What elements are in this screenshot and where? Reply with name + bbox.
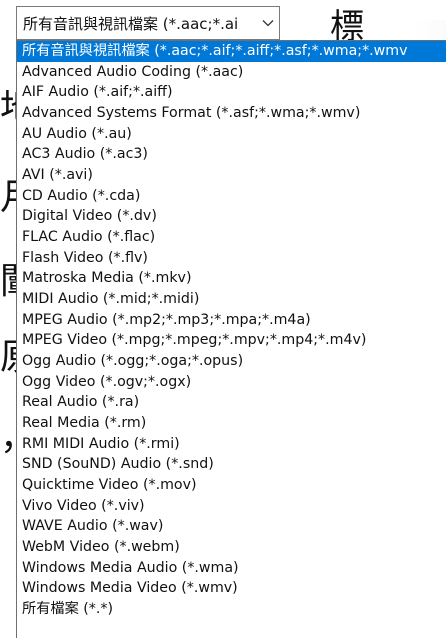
dropdown-option[interactable]: AC3 Audio (*.ac3) (17, 144, 446, 165)
dropdown-option[interactable]: Ogg Video (*.ogv;*.ogx) (17, 372, 446, 393)
dropdown-option[interactable]: Matroska Media (*.mkv) (17, 268, 446, 289)
dropdown-option[interactable]: Windows Media Audio (*.wma) (17, 558, 446, 579)
chevron-down-icon[interactable] (257, 7, 279, 39)
dropdown-option[interactable]: Advanced Audio Coding (*.aac) (17, 62, 446, 83)
dropdown-option[interactable]: Real Audio (*.ra) (17, 392, 446, 413)
file-type-combobox[interactable]: 所有音訊與視訊檔案 (*.aac;*.ai (16, 6, 280, 40)
dropdown-option[interactable]: Real Media (*.rm) (17, 413, 446, 434)
dropdown-option[interactable]: AVI (*.avi) (17, 165, 446, 186)
background-glyph: 地 (0, 90, 16, 126)
dropdown-option[interactable]: FLAC Audio (*.flac) (17, 227, 446, 248)
dropdown-option[interactable]: Windows Media Video (*.wmv) (17, 578, 446, 599)
dropdown-option[interactable]: Flash Video (*.flv) (17, 248, 446, 269)
dropdown-option[interactable]: Ogg Audio (*.ogg;*.oga;*.opus) (17, 351, 446, 372)
combobox-selected-value: 所有音訊與視訊檔案 (*.aac;*.ai (23, 14, 239, 33)
background-glyph: 闡 (0, 264, 16, 300)
dropdown-option[interactable]: Digital Video (*.dv) (17, 206, 446, 227)
dropdown-option[interactable]: RMI MIDI Audio (*.rmi) (17, 434, 446, 455)
dropdown-option[interactable]: Advanced Systems Format (*.asf;*.wma;*.w… (17, 103, 446, 124)
background-glyph: ， (0, 420, 16, 456)
dropdown-option[interactable]: MPEG Audio (*.mp2;*.mp3;*.mpa;*.m4a) (17, 310, 446, 331)
dropdown-option[interactable]: WebM Video (*.webm) (17, 537, 446, 558)
dropdown-option[interactable]: SND (SouND) Audio (*.snd) (17, 454, 446, 475)
dropdown-option[interactable]: WAVE Audio (*.wav) (17, 516, 446, 537)
dropdown-option[interactable]: 所有檔案 (*.*) (17, 599, 446, 620)
dropdown-option[interactable]: Quicktime Video (*.mov) (17, 475, 446, 496)
dropdown-option[interactable]: AU Audio (*.au) (17, 124, 446, 145)
background-glyph: 原 (0, 340, 16, 376)
dropdown-option[interactable]: AIF Audio (*.aif;*.aiff) (17, 82, 446, 103)
dropdown-option[interactable]: MIDI Audio (*.mid;*.midi) (17, 289, 446, 310)
dropdown-option[interactable]: Vivo Video (*.viv) (17, 496, 446, 517)
background-glyph: 月 (0, 180, 16, 216)
file-type-dropdown-list[interactable]: 所有音訊與視訊檔案 (*.aac;*.aif;*.aiff;*.asf;*.wm… (16, 40, 446, 638)
dropdown-option[interactable]: MPEG Video (*.mpg;*.mpeg;*.mpv;*.mp4;*.m… (17, 330, 446, 351)
dropdown-option[interactable]: CD Audio (*.cda) (17, 186, 446, 207)
dropdown-option[interactable]: 所有音訊與視訊檔案 (*.aac;*.aif;*.aiff;*.asf;*.wm… (17, 41, 446, 62)
background-glyph: 標 (330, 7, 364, 47)
